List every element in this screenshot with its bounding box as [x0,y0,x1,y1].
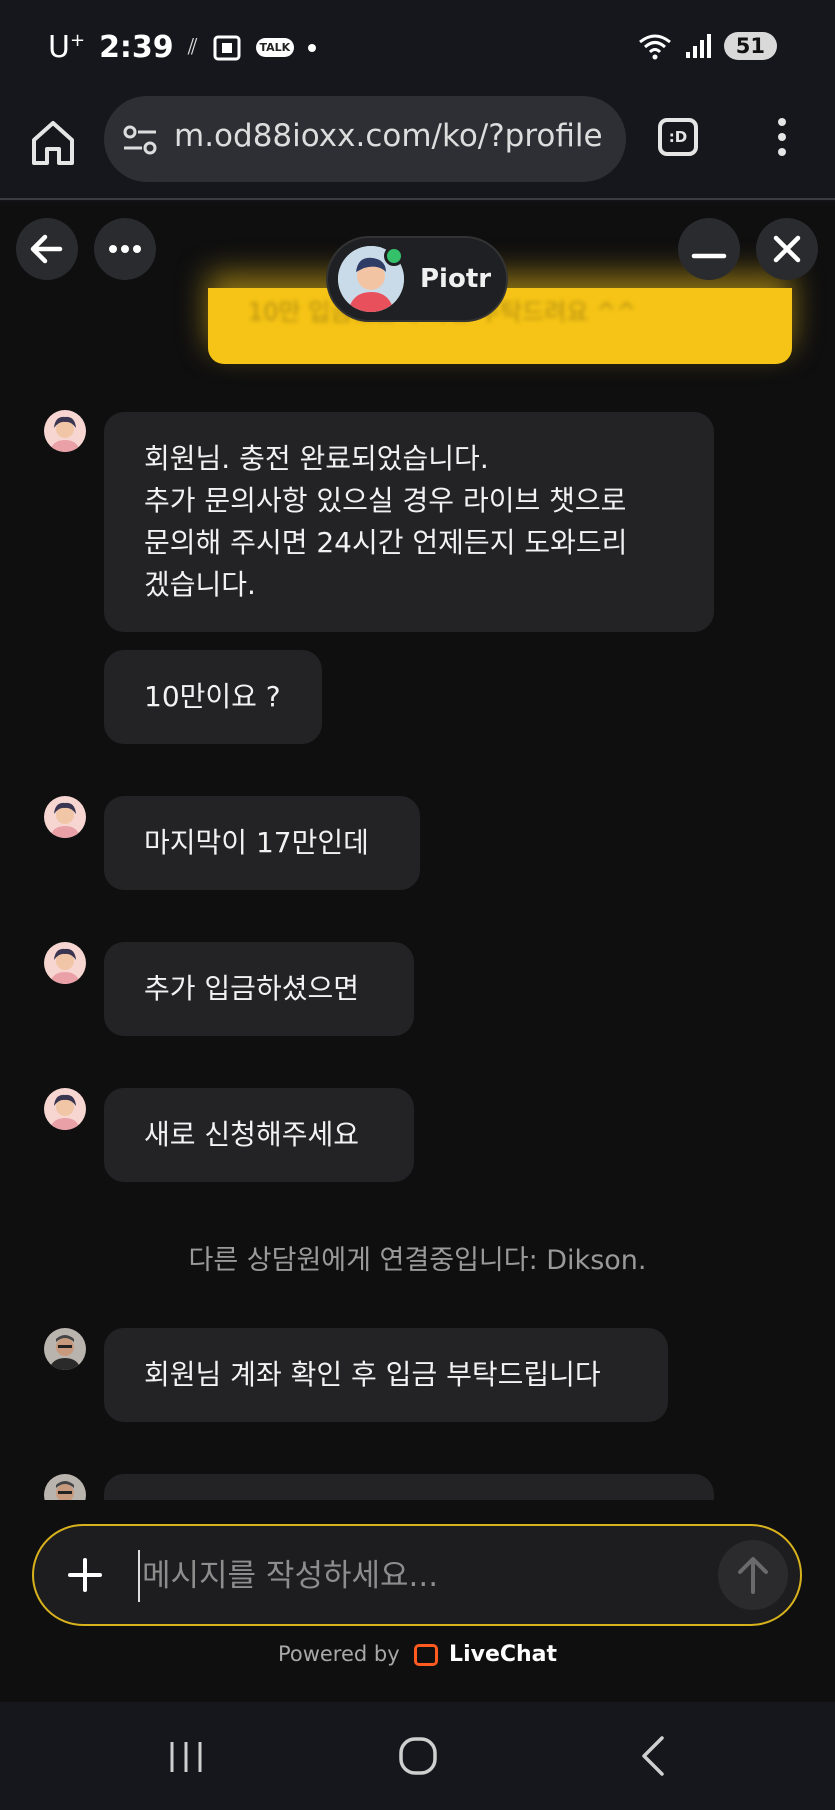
livechat-logo-icon [414,1644,439,1666]
agent-avatar [44,796,86,838]
agent-avatar [44,410,86,452]
more-options-button[interactable] [94,218,156,280]
livechat-brand: LiveChat [449,1642,558,1667]
minimize-icon [691,253,727,259]
battery-icon: 51 [723,32,777,60]
screenshot-icon [213,35,240,60]
more-horizontal-icon [109,245,141,253]
chevron-left-icon [642,1736,664,1776]
wifi-icon [638,34,671,60]
recent-apps-icon [170,1742,202,1772]
powered-by-label: Powered by [277,1642,400,1666]
home-icon [32,121,74,165]
agent-avatar [44,1088,86,1130]
message-input[interactable] [138,1550,718,1602]
agent-avatar [44,1328,86,1370]
recent-apps-button[interactable] [156,1728,216,1784]
online-status-dot [384,246,404,266]
minimize-button[interactable] [678,218,740,280]
agent-message: 추가 입금하셨으면 [104,942,414,1036]
powered-by[interactable]: Powered by LiveChat [0,1642,835,1667]
composer-area: Powered by LiveChat [0,1500,835,1700]
chat-window: 10만 입금했는데 확인 부탁드려요 ^^ Piotr 회원님. 충전 완료되었… [0,202,835,1702]
agent-avatar [44,942,86,984]
agent-name: Piotr [420,264,492,294]
cell-signal-icon [685,34,711,58]
browser-toolbar: m.od88ioxx.com/ko/?profile :D [0,92,835,200]
system-message: 다른 상담원에게 연결중입니다: Dikson. [188,1245,647,1276]
agent-message: 마지막이 17만인데 [104,796,420,890]
carrier-label: U+ [48,30,86,65]
signal-slash-icon: ⫽ [187,35,198,60]
site-settings-icon[interactable] [122,122,158,158]
send-button[interactable] [718,1540,788,1610]
system-nav-bar [0,1702,835,1810]
close-icon [773,235,801,263]
agent-message: 회원님 계좌 확인 후 입금 부탁드립니다 [104,1328,668,1422]
url-bar[interactable]: m.od88ioxx.com/ko/?profile [104,96,626,182]
close-button[interactable] [756,218,818,280]
browser-menu-button[interactable] [770,118,794,158]
url-text[interactable]: m.od88ioxx.com/ko/?profile [174,118,603,154]
arrow-left-icon [30,234,63,264]
notification-dot-icon [308,43,317,52]
message-composer [32,1524,802,1626]
status-bar: U+ 2:39 ⫽ TALK 51 [0,0,835,92]
home-nav-button[interactable] [388,1728,448,1784]
agent-header: Piotr [326,236,508,322]
tab-switcher-button[interactable]: :D [658,118,698,156]
attach-plus-button[interactable] [64,1554,106,1596]
home-circle-icon [399,1737,437,1775]
home-button[interactable] [28,116,78,170]
agent-message: 회원님. 충전 완료되었습니다. 추가 문의사항 있으실 경우 라이브 챗으로 … [104,412,714,632]
clock: 2:39 [99,30,174,65]
back-nav-button[interactable] [624,1728,684,1784]
agent-message: 새로 신청해주세요 [104,1088,414,1182]
back-button[interactable] [16,218,78,280]
kakao-talk-icon: TALK [255,38,295,57]
agent-message: 10만이요 ? [104,650,322,744]
arrow-up-icon [738,1557,768,1594]
